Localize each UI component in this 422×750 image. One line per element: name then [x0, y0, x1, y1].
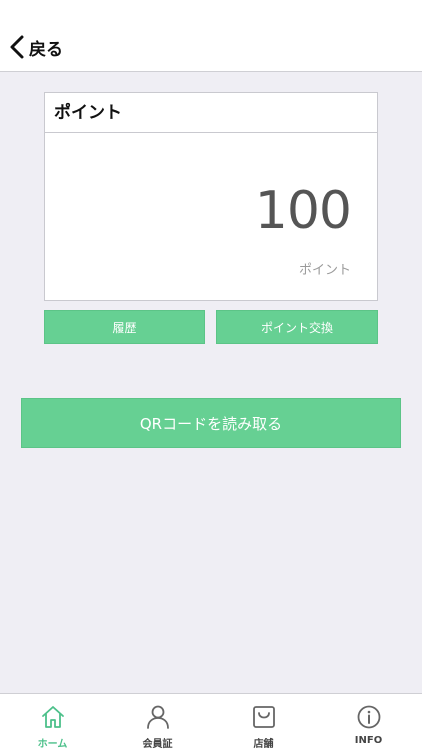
tab-info[interactable]: INFO — [316, 694, 421, 750]
points-card: ポイント 100 ポイント — [44, 92, 378, 301]
info-icon — [357, 705, 380, 729]
qr-scan-button[interactable]: QRコードを読み取る — [21, 398, 401, 448]
tab-home-label: ホーム — [37, 739, 68, 750]
tab-bar: ホーム 会員証 店舗 INFO — [0, 693, 422, 750]
home-icon — [41, 706, 64, 728]
app-screen: 戻る ポイント 100 ポイント 履歴 ポイント交換 QRコードを読み取る ホー… — [0, 0, 422, 750]
tab-info-label: INFO — [354, 735, 383, 746]
points-card-title: ポイント — [45, 93, 377, 133]
tab-store-label: 店舗 — [253, 739, 274, 750]
history-button[interactable]: 履歴 — [44, 310, 205, 344]
person-icon — [146, 705, 169, 729]
tab-store[interactable]: 店舗 — [211, 694, 316, 750]
chevron-left-icon — [10, 35, 24, 59]
points-value: 100 — [254, 181, 352, 241]
points-unit: ポイント — [298, 263, 351, 278]
tab-home[interactable]: ホーム — [0, 694, 105, 750]
shopping-bag-icon — [252, 706, 275, 728]
tab-member-label: 会員証 — [142, 739, 173, 750]
header: 戻る — [0, 0, 422, 72]
tab-member-card[interactable]: 会員証 — [105, 694, 210, 750]
back-button[interactable]: 戻る — [8, 32, 63, 62]
point-exchange-button[interactable]: ポイント交換 — [216, 310, 378, 344]
back-label: 戻る — [29, 39, 63, 60]
